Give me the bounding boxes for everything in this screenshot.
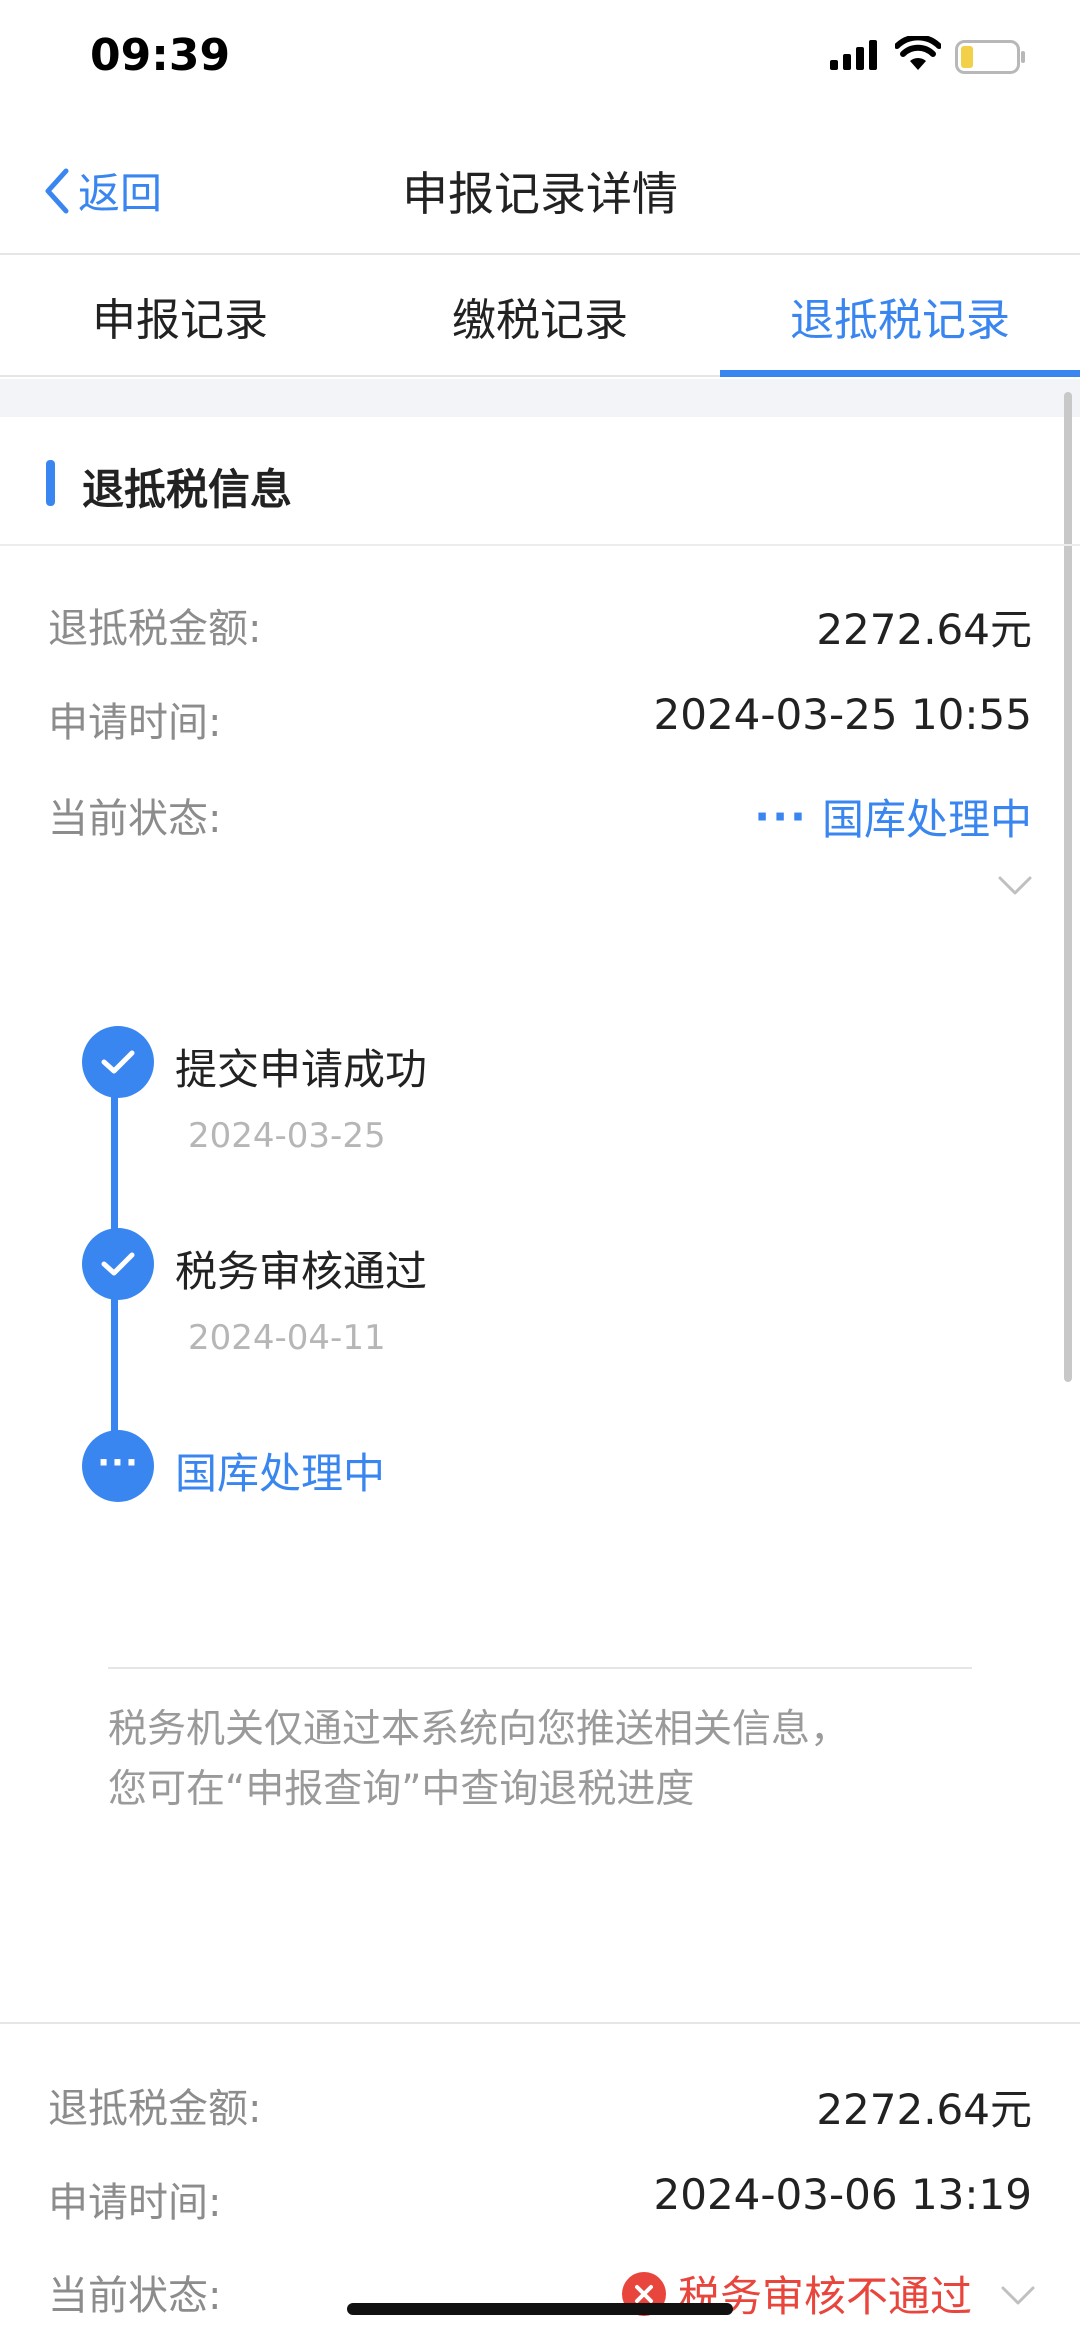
processing-dots-icon: ··· <box>754 792 808 841</box>
refund-amount-row: 退抵税金额: 2272.64元 <box>48 596 1032 656</box>
cellular-signal-icon <box>830 40 877 70</box>
apply-time-row-2: 申请时间: 2024-03-06 13:19 <box>48 2170 1032 2230</box>
timeline-step-label: 提交申请成功 <box>175 1045 428 1094</box>
divider <box>108 1667 972 1669</box>
current-status-label: 当前状态: <box>48 796 222 842</box>
refund-amount-value: 2272.64元 <box>816 2085 1032 2134</box>
section-gap <box>0 379 1080 417</box>
check-icon <box>101 1252 135 1276</box>
section-header: 退抵税信息 <box>0 418 1080 546</box>
battery-icon <box>955 40 1025 74</box>
home-indicator[interactable] <box>347 2303 733 2315</box>
tab-payment-records[interactable]: 缴税记录 <box>360 257 720 375</box>
timeline-step-date: 2024-03-25 <box>188 1116 386 1156</box>
current-status-label: 当前状态: <box>48 2273 222 2319</box>
section-accent-bar <box>46 460 55 506</box>
apply-time-value: 2024-03-25 10:55 <box>653 690 1032 739</box>
apply-time-value: 2024-03-06 13:19 <box>653 2170 1032 2219</box>
tab-refund-records[interactable]: 退抵税记录 <box>720 257 1080 377</box>
tab-bar: 申报记录 缴税记录 退抵税记录 <box>0 257 1080 377</box>
refund-amount-row-2: 退抵税金额: 2272.64元 <box>48 2076 1032 2136</box>
status-time: 09:39 <box>90 30 231 81</box>
timeline-node-done <box>82 1228 154 1300</box>
wifi-icon <box>895 36 941 70</box>
current-status-value: ··· 国库处理中 <box>754 786 1032 847</box>
apply-time-label: 申请时间: <box>48 700 222 746</box>
nav-bar: 返回 申报记录详情 <box>0 120 1080 255</box>
apply-time-label: 申请时间: <box>48 2180 222 2226</box>
notice-line-1: 税务机关仅通过本系统向您推送相关信息， <box>108 1707 850 1752</box>
refund-amount-label: 退抵税金额: <box>48 2086 262 2132</box>
timeline-step-label-current: 国库处理中 <box>175 1449 386 1498</box>
status-bar: 09:39 <box>0 0 1080 120</box>
timeline-step-date: 2024-04-11 <box>188 1318 386 1358</box>
timeline-step-label: 税务审核通过 <box>175 1247 428 1296</box>
current-status-text: 国库处理中 <box>821 795 1032 844</box>
page-title: 申报记录详情 <box>402 167 678 221</box>
timeline-node-done <box>82 1026 154 1098</box>
notice-line-2: 您可在“申报查询”中查询退税进度 <box>108 1767 695 1812</box>
current-status-row: 当前状态: ··· 国库处理中 <box>48 786 1032 846</box>
section-title: 退抵税信息 <box>82 465 293 514</box>
tab-declaration-records[interactable]: 申报记录 <box>0 257 360 375</box>
chevron-down-icon[interactable] <box>1000 2285 1036 2307</box>
timeline-node-current: ··· <box>82 1430 154 1502</box>
apply-time-row: 申请时间: 2024-03-25 10:55 <box>48 690 1032 750</box>
more-dots-icon: ··· <box>97 1443 139 1483</box>
refund-amount-label: 退抵税金额: <box>48 606 262 652</box>
record-divider <box>0 2022 1080 2024</box>
chevron-down-icon[interactable] <box>997 875 1033 897</box>
check-icon <box>101 1050 135 1074</box>
notice-text: 税务机关仅通过本系统向您推送相关信息， 您可在“申报查询”中查询退税进度 <box>108 1700 978 1820</box>
refund-amount-value: 2272.64元 <box>816 605 1032 654</box>
